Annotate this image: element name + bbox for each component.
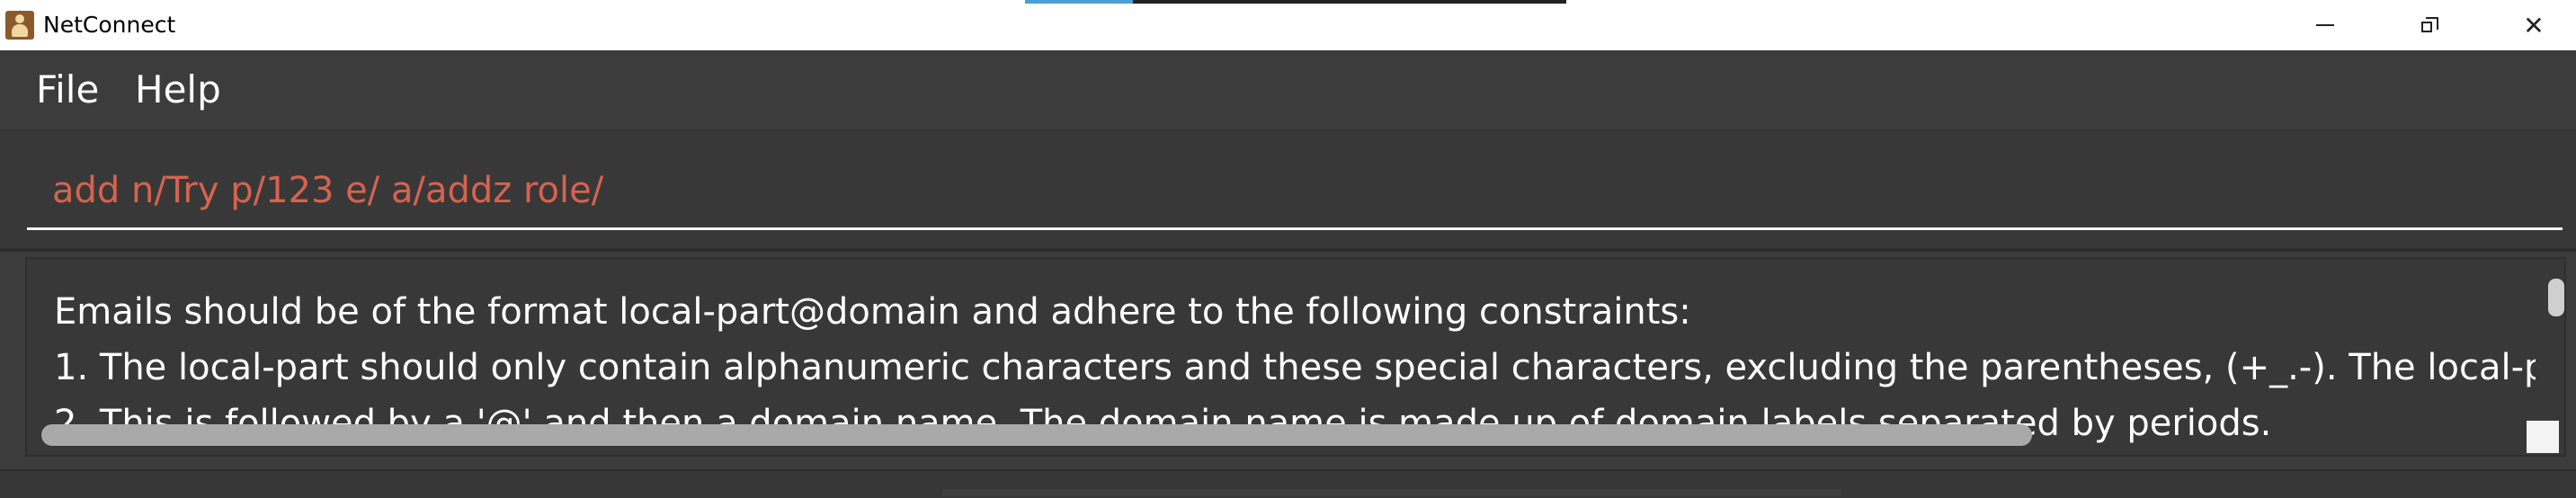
taskbar-accent (1025, 0, 1133, 4)
close-button[interactable]: ✕ (2482, 0, 2576, 50)
taskbar-strip (1133, 0, 1566, 4)
menu-help[interactable]: Help (135, 67, 221, 113)
close-icon: ✕ (2523, 10, 2545, 40)
result-text: Emails should be of the format local-par… (54, 284, 2536, 446)
horizontal-scrollbar[interactable] (41, 424, 2032, 446)
scroll-corner (2527, 421, 2559, 453)
minimize-button[interactable] (2273, 0, 2377, 50)
restore-button[interactable] (2377, 0, 2482, 50)
address-book-icon (5, 11, 34, 40)
command-input[interactable] (27, 153, 2563, 230)
result-line: 1. The local-part should only contain al… (54, 347, 2536, 388)
menu-bar: File Help (0, 50, 2576, 131)
menu-file[interactable]: File (36, 67, 99, 113)
restore-icon (2421, 17, 2438, 33)
result-line: Emails should be of the format local-par… (54, 291, 1691, 333)
panel-divider (942, 489, 1841, 496)
title-bar: NetConnect ✕ (0, 0, 2576, 50)
result-display: Emails should be of the format local-par… (0, 252, 2576, 469)
person-list-panel (0, 469, 2576, 498)
result-box: Emails should be of the format local-par… (25, 257, 2566, 457)
minimize-icon (2316, 24, 2334, 26)
command-box (0, 131, 2576, 252)
vertical-scrollbar[interactable] (2548, 279, 2564, 316)
window-title: NetConnect (43, 12, 176, 38)
